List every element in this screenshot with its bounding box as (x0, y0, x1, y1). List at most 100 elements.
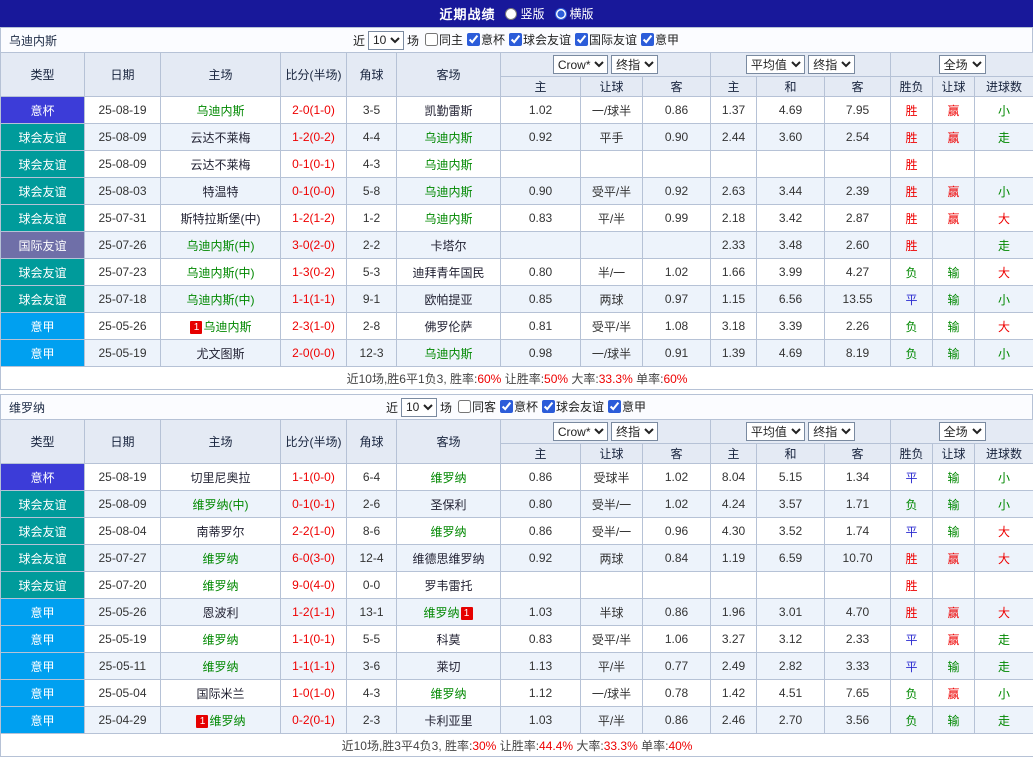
team-link[interactable]: 维罗纳 (202, 579, 238, 593)
away-team-cell[interactable]: 卡塔尔 (397, 232, 501, 259)
team-link[interactable]: 迪拜青年国民 (412, 266, 484, 280)
team-link[interactable]: 国际米兰 (196, 687, 244, 701)
league-badge[interactable]: 球会友谊 (1, 572, 85, 599)
team-link[interactable]: 乌迪内斯 (424, 158, 472, 172)
home-team-cell[interactable]: 维罗纳 (161, 572, 281, 599)
league-badge[interactable]: 球会友谊 (1, 518, 85, 545)
home-team-cell[interactable]: 1维罗纳 (161, 707, 281, 734)
home-team-cell[interactable]: 维罗纳 (161, 626, 281, 653)
filter-option-球会友谊[interactable]: 球会友谊 (507, 31, 571, 48)
match-score[interactable]: 2-0(1-0) (281, 97, 347, 124)
match-score[interactable]: 0-1(0-0) (281, 178, 347, 205)
layout-option-horizontal[interactable]: 横版 (555, 5, 594, 22)
home-team-cell[interactable]: 特温特 (161, 178, 281, 205)
match-score[interactable]: 1-2(1-1) (281, 599, 347, 626)
filter-option-同主[interactable]: 同主 (423, 31, 463, 48)
odds-time-select[interactable]: 终指 (611, 55, 658, 74)
avg-time-select[interactable]: 终指 (808, 422, 855, 441)
match-score[interactable]: 1-3(0-2) (281, 259, 347, 286)
team-link[interactable]: 欧帕提亚 (424, 293, 472, 307)
league-badge[interactable]: 球会友谊 (1, 151, 85, 178)
league-badge[interactable]: 意甲 (1, 340, 85, 367)
league-badge[interactable]: 意杯 (1, 97, 85, 124)
team-link[interactable]: 维罗纳 (202, 552, 238, 566)
team-link[interactable]: 乌迪内斯 (424, 185, 472, 199)
away-team-cell[interactable]: 乌迪内斯 (397, 178, 501, 205)
home-team-cell[interactable]: 乌迪内斯(中) (161, 286, 281, 313)
team-link[interactable]: 恩波利 (202, 606, 238, 620)
away-team-cell[interactable]: 维德思维罗纳 (397, 545, 501, 572)
filter-checkbox[interactable] (608, 400, 621, 413)
team-link[interactable]: 维罗纳 (209, 714, 245, 728)
home-team-cell[interactable]: 乌迪内斯(中) (161, 232, 281, 259)
fulltime-select[interactable]: 全场 (939, 422, 986, 441)
match-score[interactable]: 2-2(1-0) (281, 518, 347, 545)
league-badge[interactable]: 球会友谊 (1, 178, 85, 205)
away-team-cell[interactable]: 维罗纳 (397, 518, 501, 545)
avg-source-select[interactable]: 平均值 (746, 55, 805, 74)
team-link[interactable]: 卡塔尔 (430, 239, 466, 253)
league-badge[interactable]: 球会友谊 (1, 205, 85, 232)
layout-option-vertical[interactable]: 竖版 (505, 5, 544, 22)
team-link[interactable]: 卡利亚里 (424, 714, 472, 728)
league-badge[interactable]: 球会友谊 (1, 545, 85, 572)
away-team-cell[interactable]: 莱切 (397, 653, 501, 680)
away-team-cell[interactable]: 乌迪内斯 (397, 340, 501, 367)
filter-checkbox[interactable] (641, 33, 654, 46)
team-link[interactable]: 维罗纳 (430, 687, 466, 701)
team-link[interactable]: 维罗纳 (430, 525, 466, 539)
team-link[interactable]: 尤文图斯 (196, 347, 244, 361)
odds-source-select[interactable]: Crow* (553, 422, 608, 441)
team-link[interactable]: 维罗纳 (423, 606, 459, 620)
match-score[interactable]: 1-1(1-1) (281, 286, 347, 313)
league-badge[interactable]: 意甲 (1, 599, 85, 626)
team-link[interactable]: 乌迪内斯(中) (187, 293, 255, 307)
league-badge[interactable]: 意甲 (1, 707, 85, 734)
team-link[interactable]: 罗韦雷托 (424, 579, 472, 593)
league-badge[interactable]: 国际友谊 (1, 232, 85, 259)
filter-checkbox[interactable] (500, 400, 513, 413)
filter-checkbox[interactable] (542, 400, 555, 413)
team-link[interactable]: 维罗纳 (202, 660, 238, 674)
fulltime-select[interactable]: 全场 (939, 55, 986, 74)
filter-option-意甲[interactable]: 意甲 (606, 398, 646, 415)
match-score[interactable]: 2-3(1-0) (281, 313, 347, 340)
team-link[interactable]: 乌迪内斯 (424, 347, 472, 361)
away-team-cell[interactable]: 罗韦雷托 (397, 572, 501, 599)
team-link[interactable]: 云达不莱梅 (190, 158, 250, 172)
away-team-cell[interactable]: 圣保利 (397, 491, 501, 518)
filter-option-意杯[interactable]: 意杯 (465, 31, 505, 48)
team-link[interactable]: 南蒂罗尔 (196, 525, 244, 539)
match-score[interactable]: 1-2(1-2) (281, 205, 347, 232)
odds-time-select[interactable]: 终指 (611, 422, 658, 441)
team-link[interactable]: 凯勤雷斯 (424, 104, 472, 118)
filter-checkbox[interactable] (575, 33, 588, 46)
team-link[interactable]: 莱切 (436, 660, 460, 674)
team-link[interactable]: 佛罗伦萨 (424, 320, 472, 334)
match-score[interactable]: 1-2(0-2) (281, 124, 347, 151)
home-team-cell[interactable]: 维罗纳(中) (161, 491, 281, 518)
away-team-cell[interactable]: 维罗纳 (397, 464, 501, 491)
filter-checkbox[interactable] (509, 33, 522, 46)
away-team-cell[interactable]: 维罗纳1 (397, 599, 501, 626)
horizontal-layout-radio[interactable] (555, 8, 567, 20)
league-badge[interactable]: 意甲 (1, 626, 85, 653)
filter-checkbox[interactable] (425, 33, 438, 46)
match-score[interactable]: 6-0(3-0) (281, 545, 347, 572)
away-team-cell[interactable]: 乌迪内斯 (397, 124, 501, 151)
home-team-cell[interactable]: 恩波利 (161, 599, 281, 626)
league-badge[interactable]: 意甲 (1, 653, 85, 680)
team-link[interactable]: 维罗纳 (430, 471, 466, 485)
away-team-cell[interactable]: 维罗纳 (397, 680, 501, 707)
filter-checkbox[interactable] (467, 33, 480, 46)
home-team-cell[interactable]: 国际米兰 (161, 680, 281, 707)
home-team-cell[interactable]: 切里尼奥拉 (161, 464, 281, 491)
league-badge[interactable]: 球会友谊 (1, 286, 85, 313)
league-badge[interactable]: 球会友谊 (1, 259, 85, 286)
team-link[interactable]: 乌迪内斯(中) (187, 266, 255, 280)
match-score[interactable]: 1-0(1-0) (281, 680, 347, 707)
team-link[interactable]: 圣保利 (430, 498, 466, 512)
league-badge[interactable]: 球会友谊 (1, 124, 85, 151)
home-team-cell[interactable]: 尤文图斯 (161, 340, 281, 367)
team-link[interactable]: 乌迪内斯 (203, 320, 251, 334)
